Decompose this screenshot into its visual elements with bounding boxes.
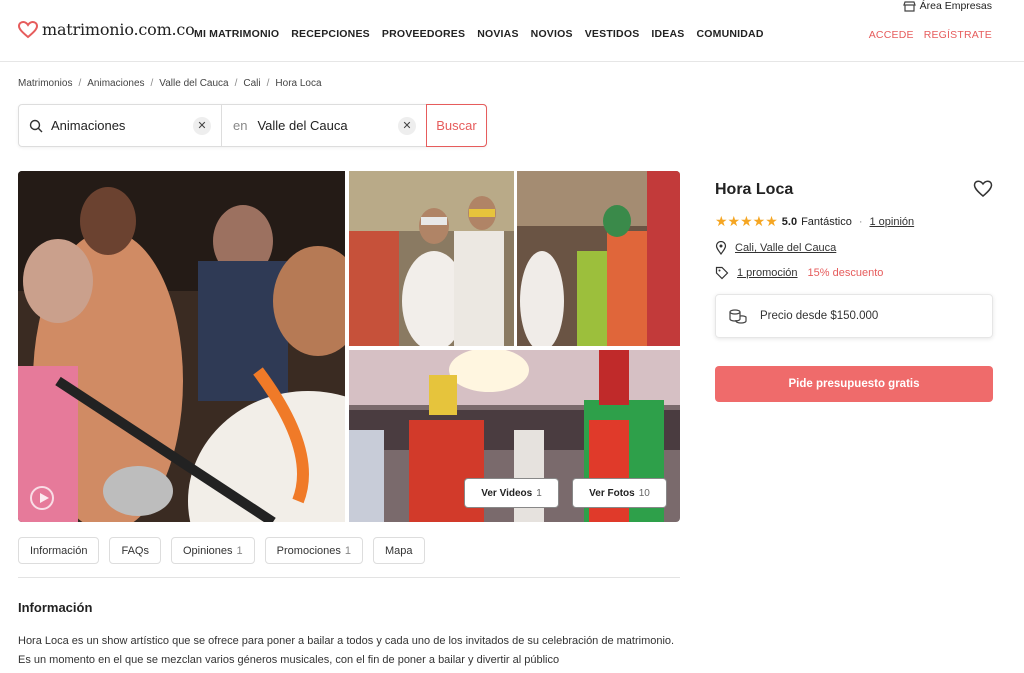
site-header: matrimonio.com.co MI MATRIMONIO RECEPCIO… [0,0,1024,62]
dot-separator: · [858,215,863,228]
breadcrumb-item[interactable]: Cali [243,78,260,89]
tab-opiniones[interactable]: Opiniones 1 [171,537,255,564]
view-photos-button[interactable]: Ver Fotos 10 [572,478,667,508]
nav-proveedores[interactable]: PROVEEDORES [382,28,465,40]
site-logo[interactable]: matrimonio.com.co [18,20,195,39]
en-label: en [233,118,248,133]
gallery-photo-image [349,171,514,346]
discount-label: 15% descuento [807,267,884,279]
nav-novias[interactable]: NOVIAS [477,28,518,40]
account-links: ACCEDE REGÍSTRATE [869,29,992,41]
request-quote-button[interactable]: Pide presupuesto gratis [715,366,993,402]
breadcrumb: Matrimonios / Animaciones / Valle del Cauc… [18,78,322,89]
view-videos-label: Ver Videos [481,487,533,499]
login-link[interactable]: ACCEDE [869,29,914,41]
tab-label: Opiniones [183,544,233,557]
tab-count: 1 [236,544,243,557]
main-nav: MI MATRIMONIO RECEPCIONES PROVEEDORES NO… [194,28,764,40]
gallery-photo-image [517,171,680,346]
register-link[interactable]: REGÍSTRATE [924,29,992,41]
area-empresas-label: Área Empresas [919,0,992,12]
tab-promociones[interactable]: Promociones 1 [264,537,363,564]
store-icon [902,0,916,12]
category-field[interactable]: Animaciones ✕ [19,105,222,146]
tab-mapa[interactable]: Mapa [373,537,425,564]
rating-value: 5.0 [781,215,798,228]
breadcrumb-item[interactable]: Animaciones [87,78,144,89]
info-description: Hora Loca es un show artístico que se of… [18,635,675,666]
main-photo-image [18,171,345,522]
tab-faqs[interactable]: FAQs [109,537,161,564]
clear-location-icon[interactable]: ✕ [398,117,416,135]
info-title: Información [18,600,93,615]
gallery-photo[interactable] [517,171,680,346]
divider [18,577,680,578]
price-card: Precio desde $150.000 [715,294,993,338]
nav-ideas[interactable]: IDEAS [651,28,684,40]
search-icon [29,119,43,132]
nav-recepciones[interactable]: RECEPCIONES [291,28,370,40]
tag-icon [715,266,729,280]
location-pin-icon [715,241,727,255]
tab-label: Mapa [385,544,413,557]
rating-row: ★★★★★ 5.0 Fantástico · 1 opinión [715,213,993,230]
rating-stars-icon: ★★★★★ [715,213,778,229]
photos-count: 10 [638,487,650,499]
clear-category-icon[interactable]: ✕ [193,117,211,135]
photo-gallery [18,171,680,522]
category-input[interactable]: Animaciones [51,118,125,133]
location-field[interactable]: en Valle del Cauca ✕ [222,105,426,146]
heart-logo-icon [18,20,38,38]
view-photos-label: Ver Fotos [589,487,635,499]
play-video-icon[interactable] [30,486,54,510]
nav-novios[interactable]: NOVIOS [531,28,573,40]
gallery-photo[interactable] [349,171,514,346]
nav-mi-matrimonio[interactable]: MI MATRIMONIO [194,28,279,40]
price-label: Precio desde $150.000 [760,310,879,322]
tab-informacion[interactable]: Información [18,537,100,564]
area-empresas-link[interactable]: Área Empresas [902,0,992,12]
vendor-panel: Hora Loca ★★★★★ 5.0 Fantástico · 1 opini… [715,171,993,402]
breadcrumb-item[interactable]: Valle del Cauca [159,78,228,89]
opinions-link[interactable]: 1 opinión [869,216,914,228]
location-link[interactable]: Cali, Valle del Cauca [735,242,836,254]
tab-label: Información [30,544,88,557]
breadcrumb-item[interactable]: Matrimonios [18,78,72,89]
promotion-link[interactable]: 1 promoción [737,267,798,279]
location-row: Cali, Valle del Cauca [715,241,993,255]
search-button[interactable]: Buscar [426,104,487,147]
tab-label: FAQs [121,544,149,557]
nav-comunidad[interactable]: COMUNIDAD [697,28,764,40]
nav-vestidos[interactable]: VESTIDOS [585,28,640,40]
videos-count: 1 [536,487,542,499]
vendor-name: Hora Loca [715,181,794,198]
view-videos-button[interactable]: Ver Videos 1 [464,478,559,508]
main-photo[interactable] [18,171,345,522]
section-tabs: Información FAQs Opiniones 1 Promociones 1… [18,537,425,564]
logo-text: matrimonio.com.co [42,20,195,39]
search-bar: Animaciones ✕ en Valle del Cauca ✕ Busca… [18,104,487,147]
rating-label: Fantástico [801,215,852,228]
coins-icon [729,309,747,324]
favorite-heart-icon[interactable] [973,180,993,198]
location-input[interactable]: Valle del Cauca [257,118,347,133]
promotion-row: 1 promoción 15% descuento [715,266,993,280]
breadcrumb-current: Hora Loca [275,78,322,89]
tab-label: Promociones [276,544,341,557]
tab-count: 1 [344,544,351,557]
